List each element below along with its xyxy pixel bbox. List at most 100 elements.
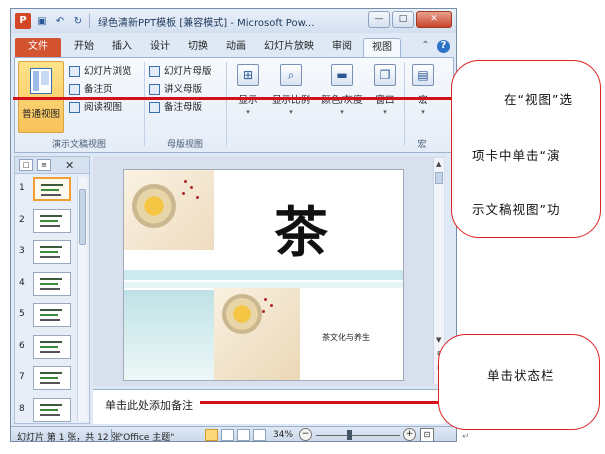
slide-number: 4 xyxy=(19,277,25,288)
ribbon-minimize-icon[interactable]: ⌃ xyxy=(419,40,432,53)
slide-thumbnail[interactable]: 2 xyxy=(17,208,75,233)
minimize-button[interactable]: — xyxy=(368,11,390,28)
scroll-up-icon[interactable]: ▲ xyxy=(436,160,441,168)
zoom-percent[interactable]: 34% xyxy=(273,430,293,440)
thumbnail-image[interactable] xyxy=(33,397,71,422)
close-button[interactable]: ✕ xyxy=(416,11,452,28)
tab-file[interactable]: 文件 xyxy=(15,38,61,57)
slide-show-status-icon[interactable] xyxy=(253,429,266,441)
thumbnail-image[interactable] xyxy=(33,303,71,327)
notes-placeholder[interactable]: 单击此处添加备注 xyxy=(105,397,193,413)
scroll-down-icon[interactable]: ▼ xyxy=(436,336,441,344)
save-icon[interactable]: ▣ xyxy=(35,14,49,28)
help-icon[interactable]: ? xyxy=(437,40,450,53)
dropdown-arrow-icon: ▾ xyxy=(421,108,425,116)
maximize-button[interactable]: □ xyxy=(392,11,414,28)
thumbnail-image[interactable] xyxy=(33,334,71,359)
dropdown-arrow-icon: ▾ xyxy=(383,108,387,116)
thumbnail-content-line xyxy=(40,345,58,348)
slide-subtitle[interactable]: 茶文化与养生 xyxy=(322,332,370,343)
thumbnail-image[interactable] xyxy=(33,240,71,264)
plum-blossom xyxy=(184,180,187,183)
thumbnail-content-line xyxy=(40,219,58,222)
zoom-in-icon[interactable]: + xyxy=(403,428,416,441)
slide-thumbnail[interactable]: 3 xyxy=(17,240,75,264)
slide-number: 1 xyxy=(19,183,25,193)
notes-pane[interactable]: 单击此处添加备注 xyxy=(93,389,445,424)
color-grayscale-icon: ▬ xyxy=(331,64,353,86)
reading-view-status-icon[interactable] xyxy=(237,429,250,441)
slide-master-icon xyxy=(149,66,160,77)
handout-master-button[interactable]: 讲义母版 xyxy=(149,82,202,97)
macros-button[interactable]: ▤ 宏 ▾ xyxy=(408,64,438,128)
status-bar: 幻灯片 第 1 张，共 12 张 "Office 主题" 34% − + ⊡ xyxy=(11,426,456,441)
tab-animations[interactable]: 动画 xyxy=(221,38,251,57)
thumbnail-content-line xyxy=(40,282,58,285)
tab-transitions[interactable]: 切换 xyxy=(183,38,213,57)
panel-tabs: □ ≡ ✕ xyxy=(15,157,89,174)
tab-home[interactable]: 开始 xyxy=(69,38,99,57)
zoom-button[interactable]: ⌕ 显示比例 ▾ xyxy=(267,64,315,128)
slide-thumbnail[interactable]: 8 xyxy=(17,397,75,422)
plum-blossom xyxy=(264,298,267,301)
notes-page-icon xyxy=(69,84,80,95)
notes-master-button[interactable]: 备注母版 xyxy=(149,100,202,115)
thumbnail-content-line xyxy=(40,246,62,248)
slide-thumbnail[interactable]: 4 xyxy=(17,271,75,296)
show-button[interactable]: ⊞ 显示 ▾ xyxy=(231,64,265,128)
normal-view-status-icon[interactable] xyxy=(205,429,218,441)
redo-icon[interactable]: ↻ xyxy=(71,14,85,28)
outline-tab-icon[interactable]: ≡ xyxy=(37,159,51,171)
slide-thumbnail[interactable]: 5 xyxy=(17,303,75,327)
slide-number: 5 xyxy=(19,309,25,319)
close-panel-icon[interactable]: ✕ xyxy=(65,159,74,172)
slide-scroll-thumb[interactable] xyxy=(435,172,443,184)
panel-scrollbar[interactable] xyxy=(77,177,87,421)
zoom-slider-handle[interactable] xyxy=(347,430,353,440)
slides-tab-icon[interactable]: □ xyxy=(19,159,33,171)
panel-scroll-thumb[interactable] xyxy=(79,189,86,245)
status-divider xyxy=(111,429,112,441)
thumbnail-content-line xyxy=(40,377,58,379)
color-grayscale-button[interactable]: ▬ 颜色/灰度 ▾ xyxy=(317,64,367,128)
slide-thumbnail-panel: □ ≡ ✕ 1 2 3 4 5 6 7 8 xyxy=(14,156,90,424)
slide-thumbnail[interactable]: 6 xyxy=(17,334,75,359)
plum-blossom xyxy=(262,310,265,313)
current-slide[interactable]: 茶 茶文化与养生 xyxy=(123,169,404,381)
thumbnail-content-line xyxy=(41,189,59,191)
zoom-slider-track[interactable] xyxy=(316,435,400,436)
window-button[interactable]: ❐ 窗口 ▾ xyxy=(369,64,401,128)
notes-page-button[interactable]: 备注页 xyxy=(69,82,113,97)
powerpoint-app-icon[interactable]: P xyxy=(15,13,31,29)
slide-number: 6 xyxy=(19,340,25,351)
slide-master-button[interactable]: 幻灯片母版 xyxy=(149,64,212,79)
slide-sorter-icon xyxy=(69,66,80,77)
tab-view[interactable]: 视图 xyxy=(363,38,401,57)
fit-to-window-icon[interactable]: ⊡ xyxy=(420,428,434,441)
slide-master-label: 幻灯片母版 xyxy=(164,65,212,77)
thumbnail-content-line xyxy=(40,408,58,411)
thumbnail-image[interactable] xyxy=(33,366,71,390)
dropdown-arrow-icon: ▾ xyxy=(289,108,293,116)
normal-view-label: 普通视图 xyxy=(21,109,60,120)
slide-thumbnail[interactable]: 7 xyxy=(17,366,75,390)
undo-icon[interactable]: ↶ xyxy=(53,14,67,28)
slide-sorter-status-icon[interactable] xyxy=(221,429,234,441)
screenshot-stage: P ▣ ↶ ↻ 绿色清新PPT模板 [兼容模式] - Microsoft Pow… xyxy=(0,0,605,454)
reading-view-button[interactable]: 阅读视图 xyxy=(69,100,122,115)
thumbnail-image[interactable] xyxy=(33,208,71,233)
thumbnail-image[interactable] xyxy=(33,271,71,296)
slide-number: 2 xyxy=(19,214,25,225)
view-ribbon: 普通视图 幻灯片浏览 备注页 阅读视图 演示文稿视图 幻灯片母版 讲义母版 备注… xyxy=(14,57,454,153)
slide-sorter-button[interactable]: 幻灯片浏览 xyxy=(69,64,132,79)
tab-slide-show[interactable]: 幻灯片放映 xyxy=(259,38,319,57)
group-divider xyxy=(226,62,227,146)
tab-insert[interactable]: 插入 xyxy=(107,38,137,57)
tab-review[interactable]: 审阅 xyxy=(327,38,357,57)
slide-thumbnail[interactable]: 1 xyxy=(17,177,75,201)
thumbnail-image[interactable] xyxy=(33,177,71,201)
thumbnail-content-line xyxy=(40,372,62,374)
zoom-out-icon[interactable]: − xyxy=(299,428,312,441)
thumbnail-content-line xyxy=(41,184,63,186)
tab-design[interactable]: 设计 xyxy=(145,38,175,57)
